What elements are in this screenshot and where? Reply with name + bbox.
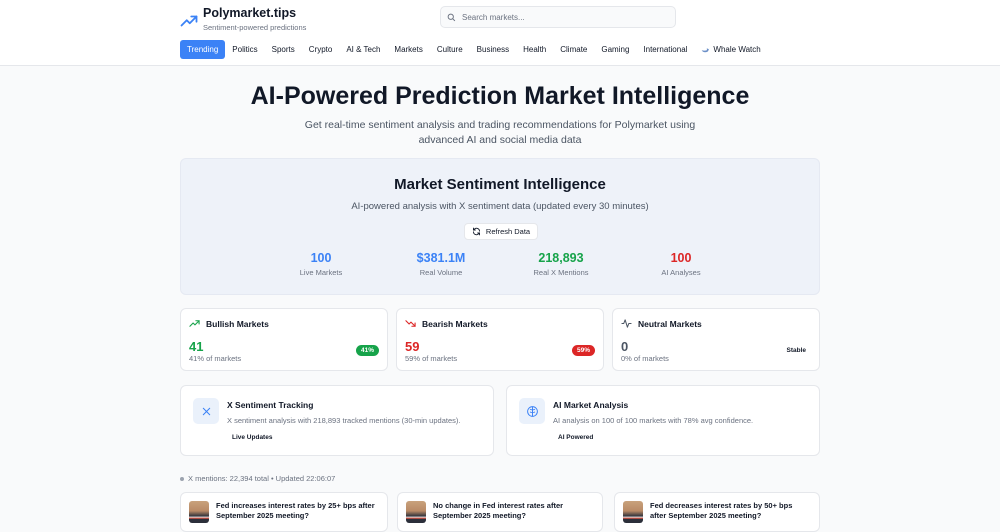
hero-title: AI-Powered Prediction Market Intelligenc…: [250, 82, 750, 110]
stat-ai-analyses: 100 AI Analyses: [621, 251, 741, 277]
stat-value: 100: [310, 251, 332, 265]
card-title: Bearish Markets: [422, 318, 488, 329]
nav-tab-sports[interactable]: Sports: [265, 40, 302, 59]
market-avatar: [189, 501, 209, 523]
ai-powered-tag: AI Powered: [553, 433, 599, 442]
brand[interactable]: Polymarket.tips Sentiment-powered predic…: [180, 7, 306, 32]
brand-title: Polymarket.tips: [203, 6, 297, 20]
stat-value: $381.1M: [416, 251, 466, 265]
nav-tab-markets[interactable]: Markets: [387, 40, 429, 59]
card-header: Bullish Markets: [189, 318, 269, 329]
card-title: X Sentiment Tracking: [227, 400, 314, 410]
card-description: X sentiment analysis with 218,893 tracke…: [227, 416, 461, 425]
sentiment-panel: Market Sentiment Intelligence AI-powered…: [180, 158, 820, 295]
bearish-markets-card[interactable]: Bearish Markets 59 59% of markets 59%: [396, 308, 604, 371]
card-header: Bearish Markets: [405, 318, 488, 329]
card-header: Neutral Markets: [621, 318, 702, 329]
percent-badge: 59%: [571, 345, 595, 356]
brand-subtitle: Sentiment-powered predictions: [203, 23, 307, 32]
x-logo-icon: [193, 398, 219, 424]
brain-icon: [519, 398, 545, 424]
market-question: Fed increases interest rates by 25+ bps …: [216, 501, 375, 520]
percent-badge: 41%: [355, 345, 379, 356]
search-icon: [447, 13, 456, 21]
trending-down-icon: [405, 320, 416, 327]
nav-tab-ai-tech[interactable]: AI & Tech: [339, 40, 387, 59]
bullish-markets-card[interactable]: Bullish Markets 41 41% of markets 41%: [180, 308, 388, 371]
trending-up-icon: [189, 320, 200, 327]
card-value: 0: [621, 339, 629, 354]
nav-tab-international[interactable]: International: [636, 40, 694, 59]
card-title: Bullish Markets: [206, 318, 269, 329]
market-card[interactable]: Fed increases interest rates by 25+ bps …: [180, 492, 388, 532]
live-updates-tag: Live Updates: [227, 433, 278, 442]
card-subtext: 59% of markets: [405, 354, 458, 363]
stat-label: AI Analyses: [661, 268, 701, 277]
sentiment-title: Market Sentiment Intelligence: [394, 176, 606, 193]
stat-value: 218,893: [538, 251, 584, 265]
stat-live-markets: 100 Live Markets: [261, 251, 381, 277]
nav-tab-whale-watch[interactable]: Whale Watch: [694, 40, 767, 59]
status-dot-icon: [180, 476, 184, 481]
ai-analysis-card[interactable]: AI Market Analysis AI analysis on 100 of…: [506, 385, 820, 456]
stable-badge: Stable: [781, 345, 811, 356]
refresh-label: Refresh Data: [485, 227, 531, 236]
activity-icon: [621, 319, 632, 328]
market-avatar: [406, 501, 426, 523]
card-value: 59: [405, 339, 420, 354]
market-question: Fed decreases interest rates by 50+ bps …: [650, 501, 793, 520]
stat-label: Real X Mentions: [533, 268, 589, 277]
card-title: AI Market Analysis: [553, 400, 629, 410]
card-title: Neutral Markets: [638, 318, 702, 329]
stat-label: Real Volume: [419, 268, 463, 277]
nav-tab-climate[interactable]: Climate: [553, 40, 594, 59]
whale-icon: [702, 48, 710, 53]
market-card[interactable]: Fed decreases interest rates by 50+ bps …: [614, 492, 820, 532]
mentions-status-text: X mentions: 22,394 total • Updated 22:06…: [188, 474, 336, 483]
x-sentiment-card[interactable]: X Sentiment Tracking X sentiment analysi…: [180, 385, 494, 456]
stat-real-volume: $381.1M Real Volume: [381, 251, 501, 277]
nav-tab-crypto[interactable]: Crypto: [302, 40, 340, 59]
nav-tab-trending[interactable]: Trending: [180, 40, 226, 59]
stat-label: Live Markets: [299, 268, 343, 277]
nav-tab-culture[interactable]: Culture: [430, 40, 470, 59]
stat-value: 100: [670, 251, 692, 265]
stat-x-mentions: 218,893 Real X Mentions: [501, 251, 621, 277]
whale-watch-label: Whale Watch: [713, 45, 761, 54]
hero-subtitle: Get real-time sentiment analysis and tra…: [304, 119, 696, 146]
sentiment-subtitle: AI-powered analysis with X sentiment dat…: [351, 201, 649, 212]
neutral-markets-card[interactable]: Neutral Markets 0 0% of markets Stable: [612, 308, 820, 371]
nav-tab-health[interactable]: Health: [516, 40, 553, 59]
nav-tab-politics[interactable]: Politics: [225, 40, 264, 59]
market-avatar: [623, 501, 643, 523]
nav-tab-gaming[interactable]: Gaming: [594, 40, 636, 59]
card-value: 41: [189, 339, 204, 354]
category-nav: Trending Politics Sports Crypto AI & Tec…: [180, 40, 768, 59]
card-subtext: 0% of markets: [621, 354, 669, 363]
search-box: [440, 6, 676, 28]
card-subtext: 41% of markets: [189, 354, 242, 363]
refresh-data-button[interactable]: Refresh Data: [464, 223, 538, 240]
market-card[interactable]: No change in Fed interest rates after Se…: [397, 492, 603, 532]
search-input[interactable]: [462, 12, 662, 22]
market-question: No change in Fed interest rates after Se…: [433, 501, 564, 520]
card-description: AI analysis on 100 of 100 markets with 7…: [553, 416, 754, 425]
top-bar: Polymarket.tips Sentiment-powered predic…: [0, 0, 1000, 66]
trending-up-icon: [180, 15, 198, 26]
refresh-icon: [472, 227, 480, 236]
nav-tab-business[interactable]: Business: [470, 40, 516, 59]
mentions-status: X mentions: 22,394 total • Updated 22:06…: [180, 474, 335, 483]
